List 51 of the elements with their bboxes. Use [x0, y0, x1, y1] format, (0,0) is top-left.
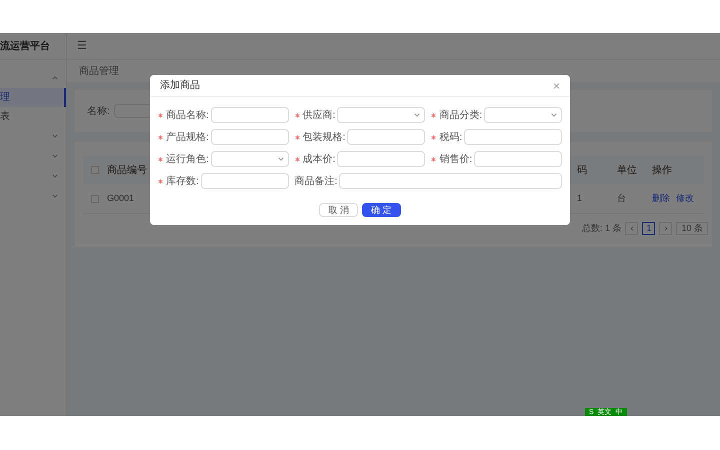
select-field[interactable] [210, 151, 289, 167]
field-label: 商品名称: [166, 110, 209, 120]
field-label: 包装规格: [302, 132, 346, 142]
menu-toggle[interactable]: ☰ [77, 38, 87, 54]
page-button[interactable]: 1 [642, 222, 656, 236]
field-label: 商品备注: [294, 176, 338, 186]
chevron-down-icon [551, 112, 557, 118]
select-field[interactable] [337, 107, 426, 123]
table-cell-text: G0001 [107, 192, 136, 205]
field-label: 运行角色: [166, 154, 209, 164]
field-label: 商品分类: [439, 110, 482, 120]
textarea-field[interactable] [339, 173, 562, 189]
input-field[interactable] [210, 129, 289, 145]
field-label: 产品规格: [166, 132, 209, 142]
chevron-down-icon [414, 112, 420, 118]
select-field[interactable] [484, 107, 562, 123]
breadcrumb[interactable]: 商品管理 [79, 64, 119, 78]
column-header: 码 [577, 164, 588, 178]
field-label: 供应商: [302, 110, 336, 120]
column-header: 商品编号 [107, 164, 148, 178]
confirm-button[interactable]: 确 定 [362, 203, 401, 217]
cancel-button[interactable]: 取 消 [319, 203, 358, 217]
table-cell-text: 台 [617, 192, 627, 205]
input-field[interactable] [464, 129, 562, 145]
column-header: 操作 [652, 164, 672, 178]
pagination-total: 总数: 1 条 [582, 222, 622, 235]
action-link[interactable]: 删除 [652, 192, 670, 206]
menu-item[interactable]: 表 [0, 107, 66, 126]
app-title: 流运营平台 [0, 39, 50, 54]
field-label: 库存数: [166, 176, 199, 186]
column-header: 单位 [617, 164, 638, 178]
table-cell-text: 1 [577, 192, 584, 205]
input-field[interactable] [347, 129, 426, 145]
page-size-select[interactable]: 10 条 [676, 222, 708, 236]
menu-item[interactable]: 理 [0, 88, 66, 107]
next-page-button[interactable]: › [659, 222, 672, 236]
close-button[interactable]: × [552, 80, 560, 92]
filter-label: 名称: [87, 104, 110, 118]
checkbox[interactable] [91, 166, 99, 174]
chevron-down-icon [278, 156, 284, 162]
prev-page-button[interactable]: ‹ [625, 222, 638, 236]
input-field[interactable] [210, 107, 289, 123]
field-label: 销售价: [439, 154, 472, 164]
action-link[interactable]: 修改 [676, 192, 694, 206]
field-label: 成本价: [302, 154, 336, 164]
dialog-title: 添加商品 [160, 78, 200, 93]
input-field[interactable] [200, 173, 289, 189]
checkbox[interactable] [91, 194, 99, 202]
input-field[interactable] [337, 151, 426, 167]
field-label: 税码: [439, 132, 462, 142]
input-field[interactable] [474, 151, 562, 167]
